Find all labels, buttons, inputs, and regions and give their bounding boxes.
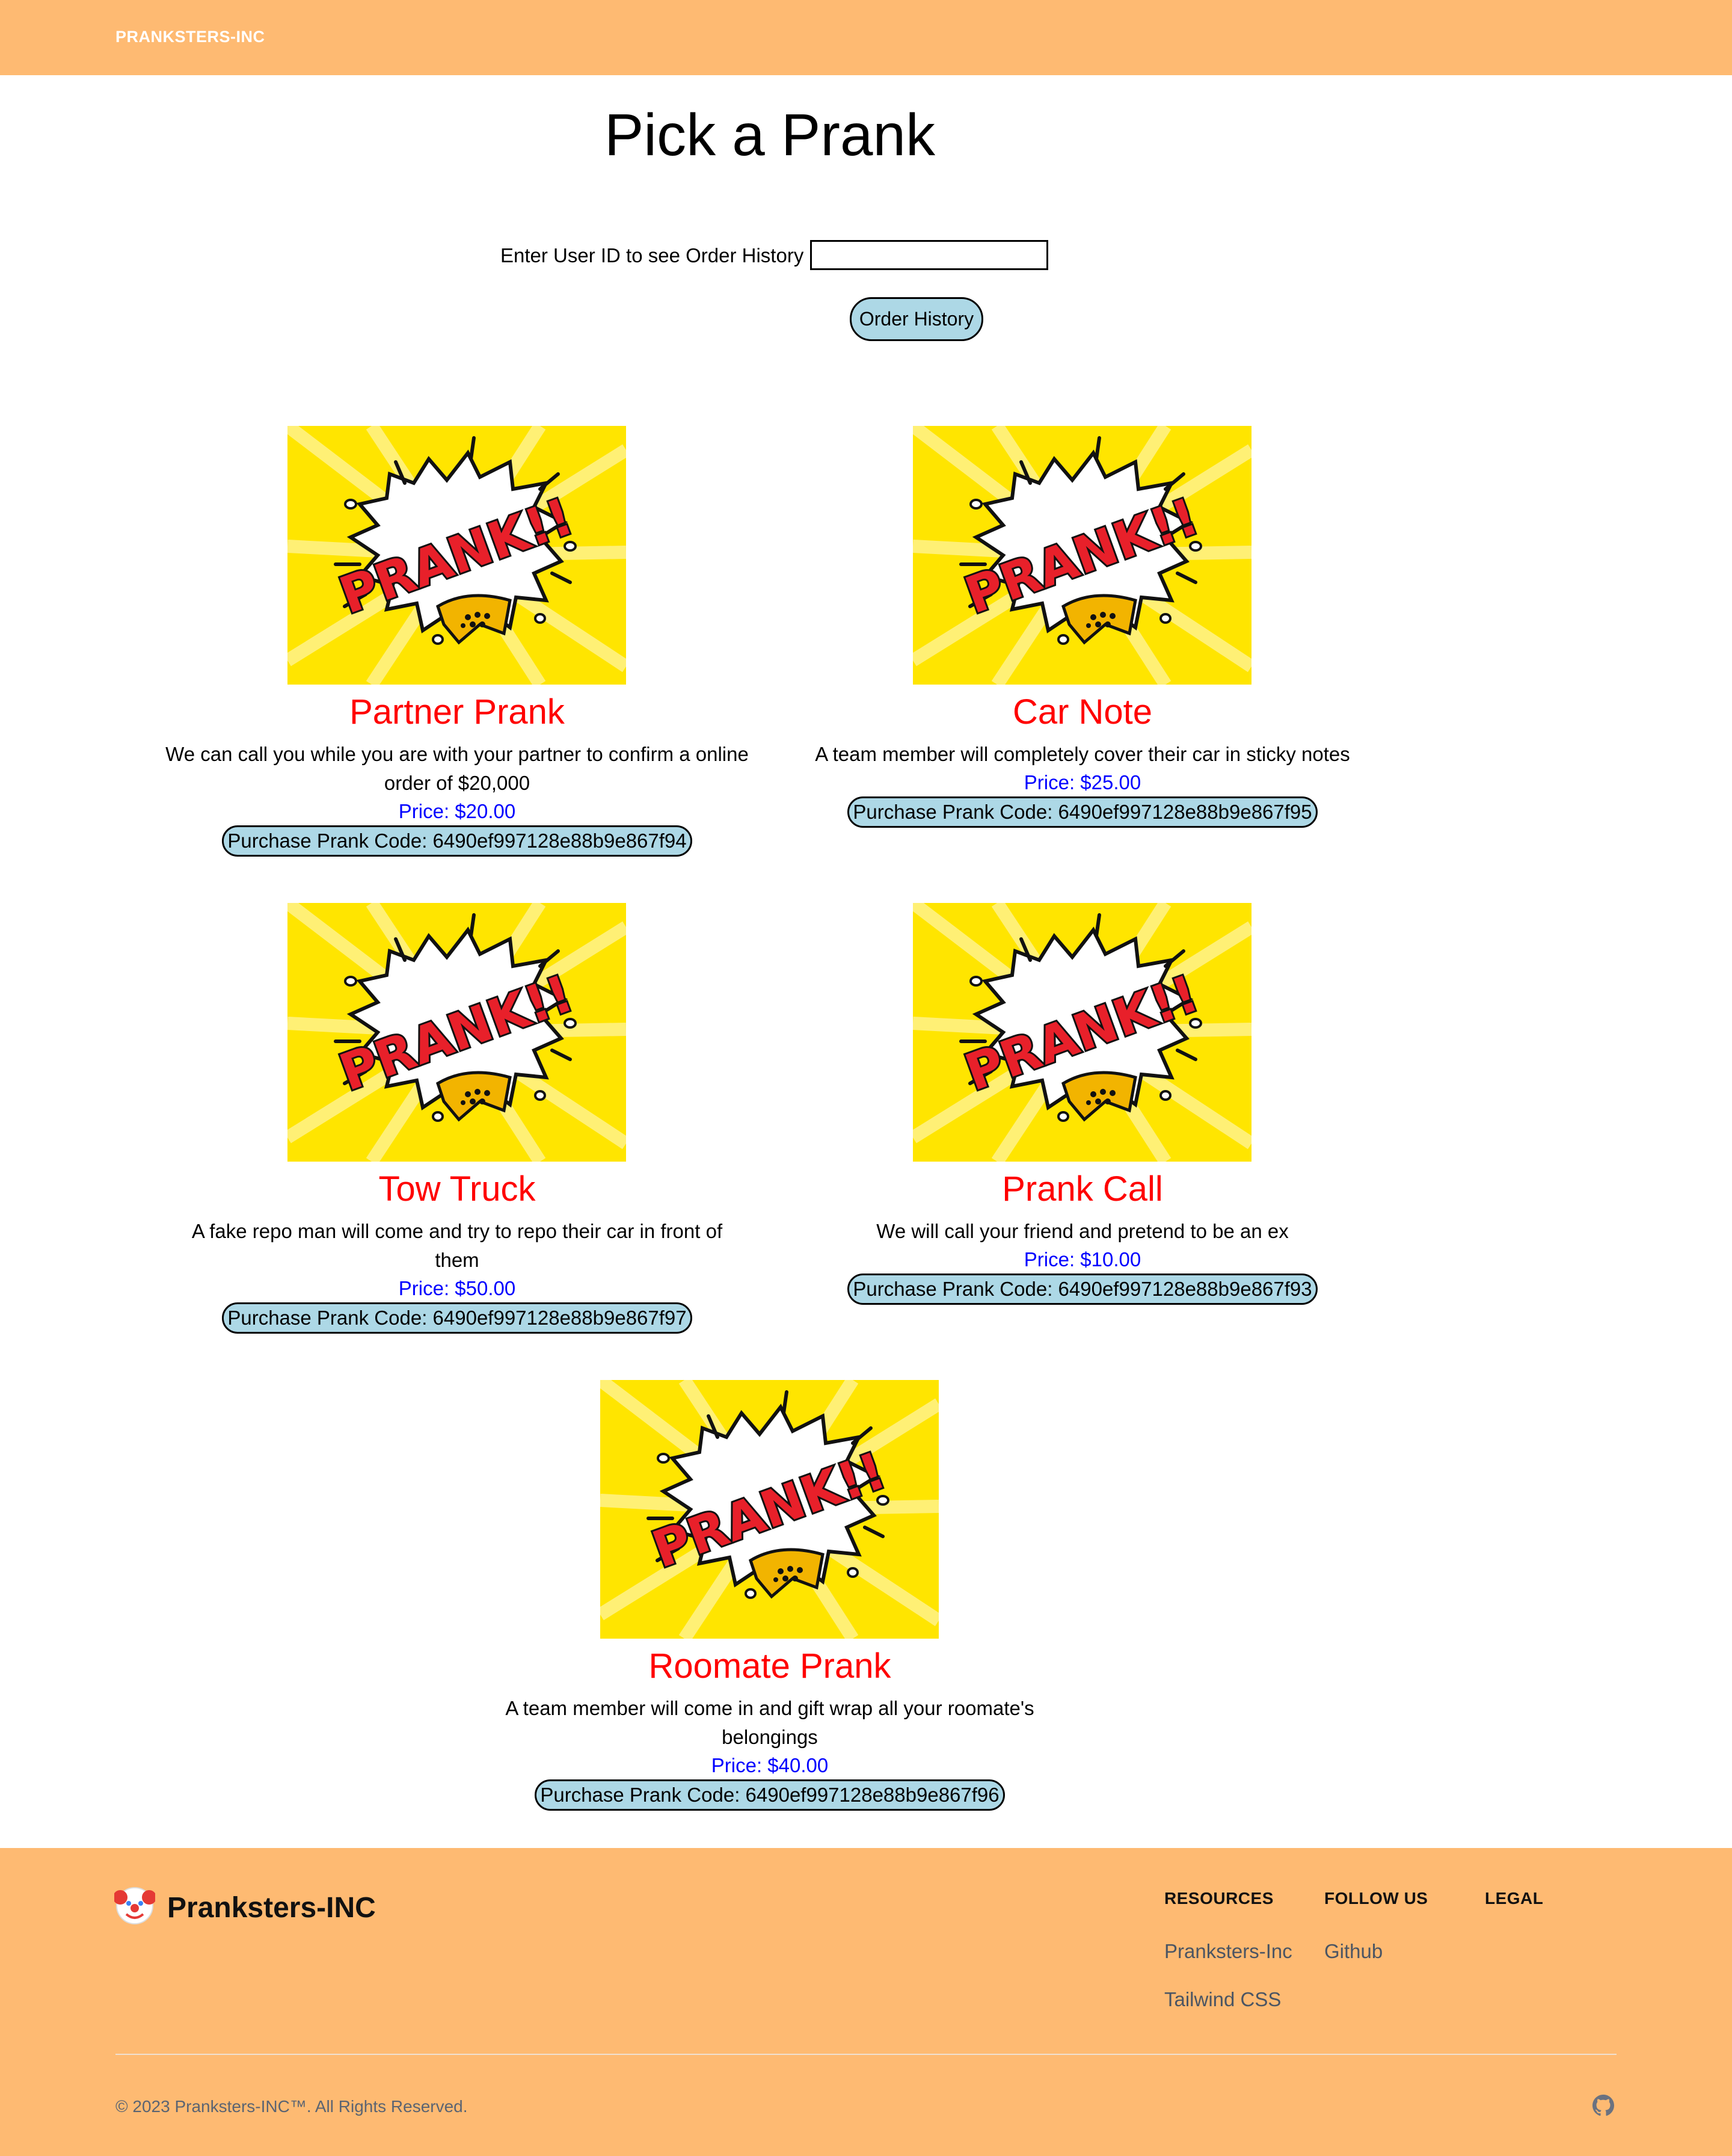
prank-price: Price: $25.00: [1024, 771, 1141, 793]
prank-description: A fake repo man will come and try to rep…: [147, 1217, 767, 1275]
footer-copyright: © 2023 Pranksters-INC™. All Rights Reser…: [115, 2097, 468, 2116]
prank-name: Roomate Prank: [648, 1646, 891, 1686]
order-history-button[interactable]: Order History: [850, 297, 983, 341]
purchase-prank-button[interactable]: Purchase Prank Code: 6490ef997128e88b9e8…: [222, 825, 692, 857]
prank-card: Prank Call We will call your friend and …: [773, 903, 1392, 1312]
prank-description-line: order of $20,000: [384, 772, 530, 794]
footer-link-github[interactable]: Github: [1324, 1940, 1383, 1963]
prank-name: Prank Call: [1002, 1169, 1163, 1209]
footer-heading-resources: RESOURCES: [1164, 1889, 1274, 1908]
prank-image: [287, 426, 626, 685]
purchase-prank-button[interactable]: Purchase Prank Code: 6490ef997128e88b9e8…: [847, 1274, 1318, 1305]
prank-card: Roomate Prank A team member will come in…: [460, 1380, 1079, 1813]
footer-link-tailwind-css[interactable]: Tailwind CSS: [1164, 1988, 1281, 2011]
prank-card: Tow Truck A fake repo man will come and …: [147, 903, 767, 1336]
footer-divider: [115, 2054, 1617, 2055]
footer-link-pranksters-inc[interactable]: Pranksters-Inc: [1164, 1940, 1292, 1963]
github-icon[interactable]: [1592, 2095, 1614, 2116]
footer: Pranksters-INC RESOURCES Pranksters-Inc …: [0, 1848, 1732, 2156]
prank-description-line: A fake repo man will come and try to rep…: [191, 1220, 723, 1242]
prank-name: Car Note: [1012, 692, 1153, 732]
prank-image: [600, 1380, 939, 1639]
prank-description: We can call you while you are with your …: [147, 740, 767, 798]
prank-description-line: A team member will come in and gift wrap…: [505, 1697, 1034, 1719]
purchase-prank-button[interactable]: Purchase Prank Code: 6490ef997128e88b9e8…: [535, 1779, 1005, 1811]
navbar-brand-link[interactable]: PRANKSTERS-INC: [115, 28, 265, 46]
prank-description: A team member will completely cover thei…: [773, 740, 1392, 769]
prank-description-line: them: [435, 1249, 479, 1271]
top-navbar: PRANKSTERS-INC: [0, 0, 1732, 75]
clown-face-icon: [114, 1887, 155, 1924]
prank-description: We will call your friend and pretend to …: [773, 1217, 1392, 1246]
user-id-input[interactable]: [810, 240, 1048, 270]
prank-price: Price: $20.00: [398, 800, 516, 822]
prank-description-line: belongings: [722, 1726, 818, 1748]
purchase-prank-button[interactable]: Purchase Prank Code: 6490ef997128e88b9e8…: [847, 796, 1318, 828]
purchase-prank-button[interactable]: Purchase Prank Code: 6490ef997128e88b9e8…: [222, 1302, 692, 1334]
footer-heading-legal: LEGAL: [1485, 1889, 1544, 1908]
page: PRANKSTERS-INC Pick a Prank Enter User I…: [0, 0, 1732, 2156]
prank-price: Price: $10.00: [1024, 1248, 1141, 1270]
page-title: Pick a Prank: [604, 102, 936, 168]
prank-card: Car Note A team member will completely c…: [773, 426, 1392, 835]
user-id-label: Enter User ID to see Order History: [500, 244, 804, 266]
prank-description: A team member will come in and gift wrap…: [460, 1694, 1079, 1752]
prank-price: Price: $40.00: [711, 1754, 829, 1776]
prank-name: Partner Prank: [349, 692, 565, 732]
footer-heading-follow-us: FOLLOW US: [1324, 1889, 1428, 1908]
footer-brand[interactable]: Pranksters-INC: [167, 1891, 376, 1924]
prank-image: [287, 903, 626, 1162]
prank-image: [913, 903, 1251, 1162]
prank-description-line: We will call your friend and pretend to …: [876, 1220, 1289, 1242]
prank-description-line: A team member will completely cover thei…: [815, 743, 1350, 765]
prank-price: Price: $50.00: [398, 1277, 516, 1299]
prank-description-line: We can call you while you are with your …: [165, 743, 749, 765]
prank-name: Tow Truck: [378, 1169, 536, 1209]
prank-image: [913, 426, 1251, 685]
prank-card: Partner Prank We can call you while you …: [147, 426, 767, 859]
